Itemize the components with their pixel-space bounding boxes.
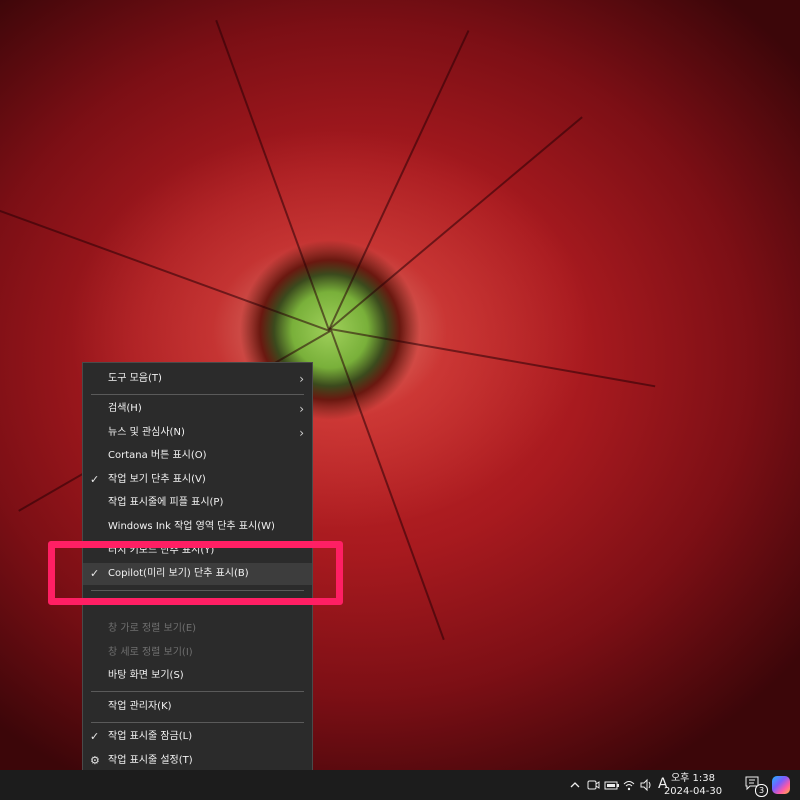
taskbar-clock[interactable]: 오후 1:38 2024-04-30: [658, 772, 728, 798]
menu-item-label: 창 세로 정렬 보기(I): [108, 647, 193, 658]
menu-item-cascade-vertical: 창 세로 정렬 보기(I): [83, 642, 312, 664]
menu-item-people[interactable]: 작업 표시줄에 피플 표시(P): [83, 492, 312, 514]
petal-vein: [0, 206, 331, 332]
chevron-up-icon[interactable]: [569, 776, 581, 800]
menu-item-label: 창 가로 정렬 보기(E): [108, 623, 197, 634]
menu-item-cascade-horizontal: 창 가로 정렬 보기(E): [83, 618, 312, 640]
gear-icon: ⚙: [90, 754, 100, 767]
menu-item-label: 작업 표시줄에 피플 표시(P): [108, 497, 224, 508]
menu-item-task-manager[interactable]: 작업 관리자(K): [83, 696, 312, 718]
notification-center-button[interactable]: 3: [744, 775, 768, 797]
menu-item-task-view-button[interactable]: ✓ 작업 보기 단추 표시(V): [83, 469, 312, 491]
menu-item-label: 작업 표시줄 잠금(L): [108, 731, 193, 742]
clock-time: 오후 1:38: [670, 773, 716, 784]
menu-separator: [91, 394, 304, 395]
menu-item-label: 뉴스 및 관심사(N): [108, 427, 185, 438]
chevron-right-icon: ›: [299, 372, 304, 386]
menu-item-label: 작업 보기 단추 표시(V): [108, 474, 206, 485]
petal-vein: [215, 19, 330, 331]
menu-item-label: Cortana 버튼 표시(O): [108, 450, 207, 461]
menu-item-label: 바탕 화면 보기(S): [108, 670, 184, 681]
notification-badge: 3: [755, 784, 768, 797]
menu-item-news-interests[interactable]: 뉴스 및 관심사(N) ›: [83, 422, 312, 444]
menu-item-show-desktop[interactable]: 바탕 화면 보기(S): [83, 665, 312, 687]
network-icon[interactable]: [622, 776, 636, 800]
menu-item-toolbars[interactable]: 도구 모음(T) ›: [83, 368, 312, 390]
checkmark-icon: ✓: [90, 473, 100, 486]
checkmark-icon: ✓: [90, 730, 100, 743]
menu-item-label: Windows Ink 작업 영역 단추 표시(W): [108, 521, 275, 532]
menu-item-label: 작업 표시줄 설정(T): [108, 755, 193, 766]
menu-item-label: 검색(H): [108, 403, 142, 414]
highlight-annotation-box: [48, 541, 343, 605]
battery-icon[interactable]: [604, 776, 620, 800]
clock-date: 2024-04-30: [663, 786, 723, 797]
menu-item-lock-taskbar[interactable]: ✓ 작업 표시줄 잠금(L): [83, 726, 312, 748]
menu-item-label: 작업 관리자(K): [108, 701, 172, 712]
copilot-icon[interactable]: [772, 776, 790, 794]
menu-item-windows-ink[interactable]: Windows Ink 작업 영역 단추 표시(W): [83, 516, 312, 538]
menu-item-search[interactable]: 검색(H) ›: [83, 398, 312, 420]
menu-item-label: 도구 모음(T): [108, 373, 162, 384]
petal-vein: [328, 116, 583, 331]
petal-vein: [330, 329, 445, 641]
meet-now-icon[interactable]: [586, 776, 600, 800]
volume-icon[interactable]: [639, 776, 653, 800]
petal-vein: [328, 30, 470, 331]
chevron-right-icon: ›: [299, 402, 304, 416]
menu-item-cortana-button[interactable]: Cortana 버튼 표시(O): [83, 445, 312, 467]
taskbar[interactable]: A 오후 1:38 2024-04-30 3: [0, 770, 800, 800]
petal-vein: [330, 328, 656, 388]
menu-separator: [91, 722, 304, 723]
menu-item-taskbar-settings[interactable]: ⚙ 작업 표시줄 설정(T): [83, 750, 312, 772]
menu-separator: [91, 691, 304, 692]
chevron-right-icon: ›: [299, 426, 304, 440]
